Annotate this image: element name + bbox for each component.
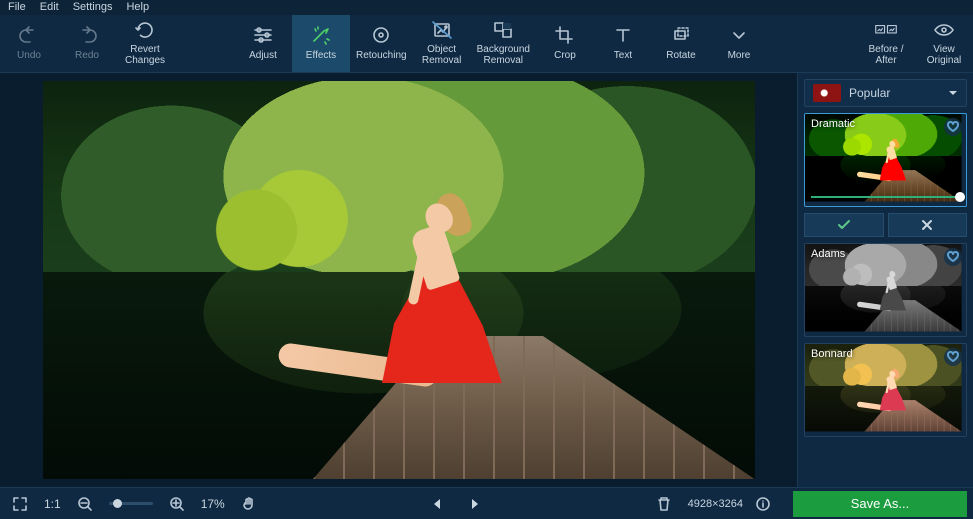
undo-icon bbox=[18, 24, 40, 46]
object-removal-button[interactable]: Object Removal bbox=[413, 15, 471, 72]
effects-sidebar: Popular Dramatic Adams B bbox=[797, 73, 973, 487]
preset-adams[interactable]: Adams bbox=[804, 243, 967, 337]
text-icon bbox=[612, 24, 634, 46]
crop-icon bbox=[554, 24, 576, 46]
rotate-button[interactable]: Rotate bbox=[652, 15, 710, 72]
menubar: File Edit Settings Help bbox=[0, 0, 973, 15]
undo-button[interactable]: Undo bbox=[0, 15, 58, 72]
chevron-down-icon bbox=[948, 86, 958, 100]
text-button[interactable]: Text bbox=[594, 15, 652, 72]
save-as-button[interactable]: Save As... bbox=[793, 491, 967, 517]
before-after-button[interactable]: Before / After bbox=[857, 15, 915, 72]
category-thumb bbox=[813, 84, 841, 102]
crop-button[interactable]: Crop bbox=[536, 15, 594, 72]
preset-intensity-slider[interactable] bbox=[811, 196, 960, 198]
favorite-button[interactable] bbox=[944, 118, 962, 136]
redo-icon bbox=[76, 24, 98, 46]
background-removal-button[interactable]: Background Removal bbox=[471, 15, 536, 72]
cancel-effect-button[interactable] bbox=[888, 213, 968, 237]
view-original-button[interactable]: View Original bbox=[915, 15, 973, 72]
zoom-in-button[interactable] bbox=[163, 492, 191, 516]
redo-button[interactable]: Redo bbox=[58, 15, 116, 72]
favorite-button[interactable] bbox=[944, 348, 962, 366]
background-removal-icon bbox=[492, 19, 514, 40]
object-removal-icon bbox=[431, 19, 453, 40]
before-after-icon bbox=[875, 19, 897, 40]
next-image-button[interactable] bbox=[461, 492, 489, 516]
canvas-area[interactable] bbox=[0, 73, 797, 487]
more-button[interactable]: More bbox=[710, 15, 768, 72]
fit-actual-button[interactable]: 1:1 bbox=[44, 497, 61, 511]
rotate-icon bbox=[670, 24, 692, 46]
statusbar: 1:1 17% 4928×3264 Save As... bbox=[0, 487, 973, 519]
category-label: Popular bbox=[849, 86, 890, 100]
preset-label: Bonnard bbox=[811, 348, 853, 360]
preset-label: Dramatic bbox=[811, 118, 855, 130]
photo-preview bbox=[43, 81, 755, 479]
adjust-button[interactable]: Adjust bbox=[234, 15, 292, 72]
menu-help[interactable]: Help bbox=[126, 1, 149, 13]
menu-edit[interactable]: Edit bbox=[40, 1, 59, 13]
menu-settings[interactable]: Settings bbox=[73, 1, 113, 13]
zoom-percent-label: 17% bbox=[201, 497, 225, 511]
chevron-down-icon bbox=[728, 24, 750, 46]
effect-category-select[interactable]: Popular bbox=[804, 79, 967, 107]
toolbar: Undo Redo Revert Changes Adjust Effects … bbox=[0, 15, 973, 73]
apply-effect-button[interactable] bbox=[804, 213, 884, 237]
favorite-button[interactable] bbox=[944, 248, 962, 266]
prev-image-button[interactable] bbox=[423, 492, 451, 516]
revert-changes-button[interactable]: Revert Changes bbox=[116, 15, 174, 72]
retouching-button[interactable]: Retouching bbox=[350, 15, 413, 72]
preset-dramatic[interactable]: Dramatic bbox=[804, 113, 967, 207]
effects-icon bbox=[310, 24, 332, 46]
revert-icon bbox=[134, 19, 156, 40]
retouching-icon bbox=[370, 24, 392, 46]
preset-label: Adams bbox=[811, 248, 845, 260]
eye-icon bbox=[933, 19, 955, 40]
fullscreen-button[interactable] bbox=[6, 492, 34, 516]
adjust-icon bbox=[252, 24, 274, 46]
menu-file[interactable]: File bbox=[8, 1, 26, 13]
image-dimensions-label: 4928×3264 bbox=[688, 498, 743, 510]
hand-tool-button[interactable] bbox=[235, 492, 263, 516]
effects-button[interactable]: Effects bbox=[292, 15, 350, 72]
preset-bonnard[interactable]: Bonnard bbox=[804, 343, 967, 437]
zoom-slider[interactable] bbox=[109, 502, 153, 505]
preset-confirm-row bbox=[804, 213, 967, 237]
zoom-out-button[interactable] bbox=[71, 492, 99, 516]
info-button[interactable] bbox=[749, 492, 777, 516]
delete-button[interactable] bbox=[650, 492, 678, 516]
